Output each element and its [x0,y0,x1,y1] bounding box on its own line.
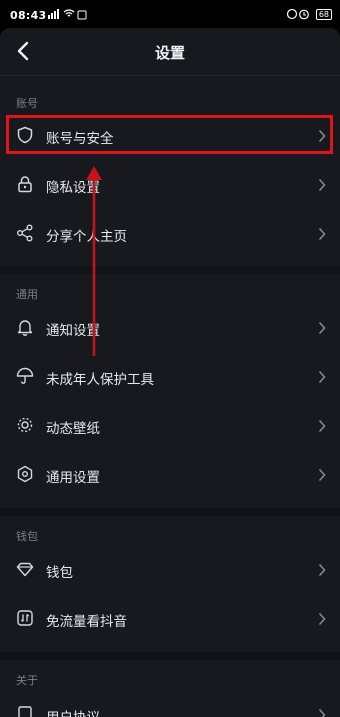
hexagon-gear-icon [17,465,33,483]
status-bar: 08:43 68 [0,0,340,28]
settings-row-account-security[interactable]: 账号与安全 [0,112,340,160]
settings-row-wallet[interactable]: 钱包 [0,546,340,594]
diamond-icon [16,562,34,577]
chevron-right-icon [318,370,326,384]
chevron-right-icon [318,227,326,241]
section-divider [0,652,340,660]
chevron-right-icon [318,563,326,577]
wallpaper-icon [17,417,33,433]
settings-row-label: 账号与安全 [46,131,114,147]
umbrella-icon [16,367,34,384]
lock-icon [18,176,32,193]
share-icon [17,224,33,242]
bell-icon [17,320,33,336]
section-label-general: 通用 [16,288,38,301]
settings-row-label: 通用设置 [46,470,100,486]
section-divider [0,266,340,274]
settings-row-notifications[interactable]: 通知设置 [0,304,340,352]
signal-icon [48,8,88,23]
settings-row-label: 用户协议 [46,706,100,717]
battery-indicator: 68 [315,8,332,20]
settings-row-label: 钱包 [46,565,73,581]
settings-row-label: 分享个人主页 [46,229,127,245]
settings-row-label: 通知设置 [46,323,100,339]
shield-icon [17,126,33,144]
chevron-right-icon [318,468,326,482]
settings-row-label: 动态壁纸 [46,421,100,437]
section-label-about: 关于 [16,674,38,687]
section-divider [0,508,340,516]
data-traffic-icon [17,610,33,626]
settings-row-user-agreement[interactable]: 用户协议 [0,691,340,717]
chevron-right-icon [318,321,326,335]
settings-row-label: 未成年人保护工具 [46,372,154,388]
settings-row-live-wallpaper[interactable]: 动态壁纸 [0,402,340,450]
alarm-icon [286,8,309,20]
chevron-right-icon [318,129,326,143]
settings-row-minor-protection[interactable]: 未成年人保护工具 [0,353,340,401]
section-label-wallet: 钱包 [16,530,38,543]
page-header: 设置 [0,28,340,76]
chevron-right-icon [318,178,326,192]
settings-row-general-settings[interactable]: 通用设置 [0,451,340,499]
chevron-right-icon [318,708,326,717]
section-label-account: 账号 [16,97,38,110]
chevron-right-icon [318,419,326,433]
document-icon [18,706,32,717]
page-title: 设置 [154,44,185,62]
settings-row-share-profile[interactable]: 分享个人主页 [0,210,340,258]
settings-row-free-data[interactable]: 免流量看抖音 [0,595,340,643]
chevron-right-icon [318,612,326,626]
settings-row-label: 免流量看抖音 [46,614,127,630]
settings-sheet: 设置 账号 账号与安全 隐私设置 分享个人主页 通用 通知设置 未成年人保护工具… [0,28,340,717]
settings-row-privacy[interactable]: 隐私设置 [0,161,340,209]
status-time: 08:43 [10,9,47,22]
settings-row-label: 隐私设置 [46,180,100,196]
